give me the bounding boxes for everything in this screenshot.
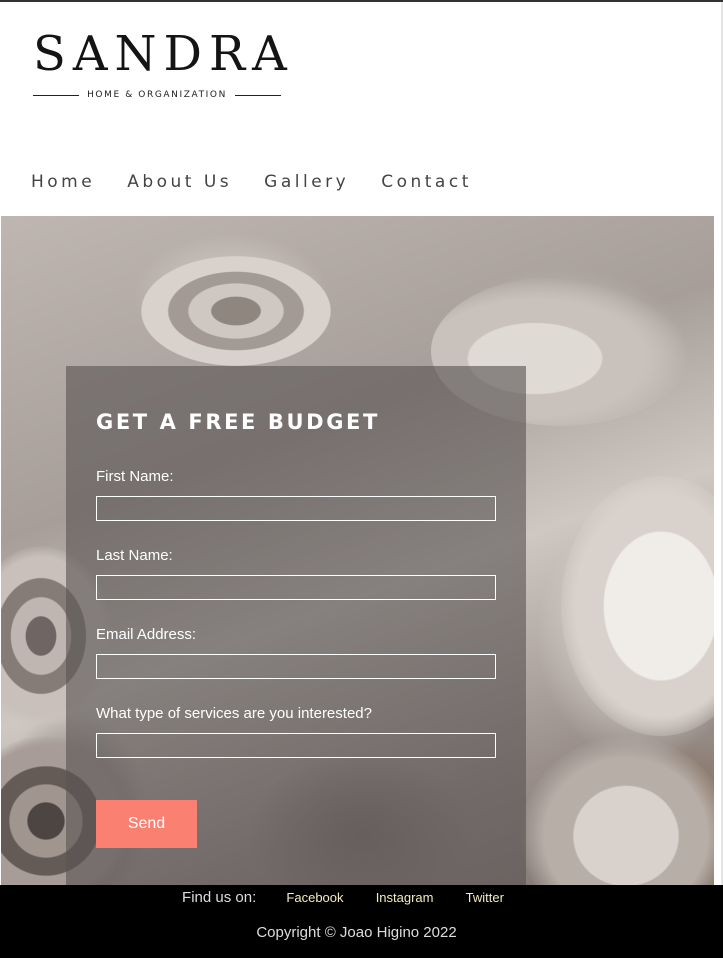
- services-label: What type of services are you interested…: [96, 705, 372, 722]
- site-footer: Find us on: Facebook Instagram Twitter C…: [0, 885, 723, 958]
- email-label: Email Address:: [96, 626, 197, 643]
- nav-item-gallery[interactable]: Gallery: [264, 170, 349, 194]
- last-name-input[interactable]: [96, 575, 496, 600]
- facebook-link[interactable]: Facebook: [286, 890, 343, 905]
- logo[interactable]: SANDRA HOME & ORGANIZATION: [33, 26, 294, 106]
- main-nav: Home About Us Gallery Contact: [31, 170, 472, 194]
- logo-tagline: HOME & ORGANIZATION: [87, 90, 227, 100]
- towel-roll-image: [561, 476, 714, 736]
- send-button[interactable]: Send: [96, 800, 197, 848]
- logo-rule-right: [234, 94, 282, 96]
- top-border: [0, 0, 723, 2]
- twitter-link[interactable]: Twitter: [466, 890, 504, 905]
- instagram-link[interactable]: Instagram: [376, 890, 434, 905]
- nav-item-contact[interactable]: Contact: [381, 170, 472, 194]
- first-name-label: First Name:: [96, 468, 174, 485]
- email-input[interactable]: [96, 654, 496, 679]
- budget-form: GET A FREE BUDGET First Name: Last Name:…: [66, 366, 526, 886]
- first-name-input[interactable]: [96, 496, 496, 521]
- towel-roll-image: [521, 736, 714, 886]
- services-input[interactable]: [96, 733, 496, 758]
- form-title: GET A FREE BUDGET: [96, 410, 380, 434]
- logo-tagline-row: HOME & ORGANIZATION: [33, 88, 282, 102]
- find-us-label: Find us on:: [182, 889, 257, 906]
- social-row: Find us on: Facebook Instagram Twitter: [0, 889, 700, 906]
- towel-roll-image: [141, 256, 331, 366]
- logo-rule-left: [33, 94, 80, 96]
- nav-item-about-us[interactable]: About Us: [127, 170, 232, 194]
- nav-item-home[interactable]: Home: [31, 170, 95, 194]
- last-name-label: Last Name:: [96, 547, 173, 564]
- copyright-text: Copyright © Joao Higino 2022: [256, 924, 457, 941]
- logo-wordmark: SANDRA: [33, 26, 294, 82]
